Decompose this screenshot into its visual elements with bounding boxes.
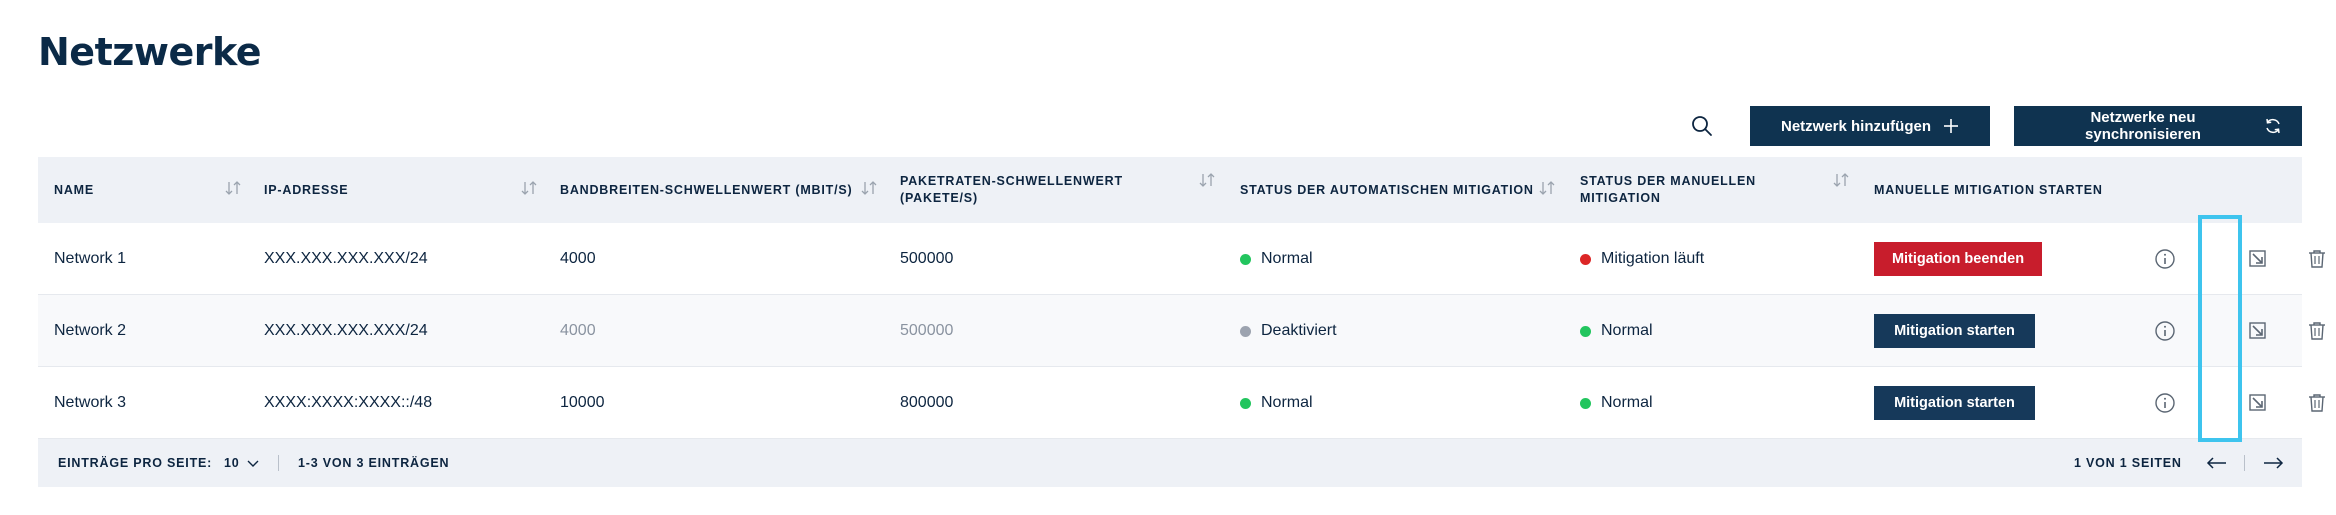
start-mitigation-button[interactable]: Mitigation starten — [1874, 314, 2035, 348]
cell-packet-rate: 500000 — [900, 322, 954, 339]
per-page-select[interactable]: 10 — [224, 439, 260, 487]
pagination-bar: Einträge pro Seite: 10 1-3 von 3 Einträg… — [38, 439, 2302, 487]
page-title: Netzwerke — [38, 30, 262, 74]
per-page-value: 10 — [224, 456, 240, 470]
cell-name: Network 2 — [54, 322, 127, 339]
arrow-left-icon[interactable] — [2206, 439, 2228, 487]
cell-ip: XXXX:XXXX:XXXX::/48 — [264, 394, 433, 411]
manual-status: Mitigation läuft — [1580, 223, 1704, 295]
sort-icon[interactable] — [860, 177, 878, 199]
per-page-label: Einträge pro Seite: — [58, 456, 213, 470]
auto-status-label: Normal — [1261, 250, 1313, 267]
auto-status-label: Normal — [1261, 394, 1313, 411]
add-network-button[interactable]: Netzwerk hinzufügen — [1750, 106, 1990, 146]
status-dot — [1580, 397, 1591, 409]
column-header-manual-start: Manuelle Mitigation starten — [1874, 182, 2103, 197]
column-header-ip[interactable]: IP-Adresse — [264, 157, 524, 223]
plus-icon — [1943, 118, 1959, 134]
arrow-right-icon[interactable] — [2262, 439, 2284, 487]
column-header-name[interactable]: Name — [54, 157, 234, 223]
refresh-icon — [2264, 117, 2282, 135]
sort-icon[interactable] — [224, 177, 242, 199]
auto-status: Deaktiviert — [1240, 295, 1337, 367]
column-header-packet-rate[interactable]: Paketraten-Schwellenwert (Pakete/s) — [900, 157, 1200, 223]
edit-icon[interactable] — [2245, 318, 2271, 344]
networks-table: Name IP-Adresse Bandbreiten-Schwellenwer… — [38, 157, 2325, 487]
sort-icon[interactable] — [1538, 177, 1556, 199]
status-dot — [1240, 253, 1251, 265]
start-mitigation-button[interactable]: Mitigation starten — [1874, 386, 2035, 420]
manual-status: Normal — [1580, 367, 1653, 439]
auto-status: Normal — [1240, 223, 1313, 295]
column-header-manual-mitigation[interactable]: Status der manuellen Mitigation — [1580, 157, 1810, 223]
divider — [278, 455, 279, 471]
edit-icon[interactable] — [2245, 246, 2271, 272]
manual-status-label: Normal — [1601, 322, 1653, 339]
info-icon[interactable] — [2152, 246, 2178, 272]
cell-packet-rate: 500000 — [900, 250, 954, 267]
status-dot — [1580, 325, 1591, 337]
sync-networks-label: Netzwerke neu synchronisieren — [2085, 109, 2201, 143]
toolbar: Netzwerk hinzufügen Netzwerke neu synchr… — [1682, 106, 2302, 146]
status-dot — [1240, 325, 1251, 337]
table-row: Network 3 XXXX:XXXX:XXXX::/48 10000 8000… — [38, 367, 2325, 439]
trash-icon[interactable] — [2304, 246, 2330, 272]
auto-status: Normal — [1240, 367, 1313, 439]
cell-packet-rate: 800000 — [900, 394, 954, 411]
cell-ip: XXX.XXX.XXX.XXX/24 — [264, 250, 428, 267]
sync-networks-button[interactable]: Netzwerke neu synchronisieren — [2014, 106, 2302, 146]
divider — [2244, 455, 2245, 471]
status-dot — [1240, 397, 1251, 409]
table-row: Network 2 XXX.XXX.XXX.XXX/24 4000 500000… — [38, 295, 2325, 367]
cell-name: Network 1 — [54, 250, 127, 267]
range-text: 1-3 von 3 Einträgen — [298, 456, 450, 470]
column-header-bandwidth[interactable]: Bandbreiten-Schwellenwert (Mbit/s) — [560, 157, 878, 223]
cell-bandwidth: 4000 — [560, 250, 596, 267]
manual-status: Normal — [1580, 295, 1653, 367]
chevron-down-icon — [246, 458, 260, 468]
add-network-label: Netzwerk hinzufügen — [1780, 117, 1931, 135]
stop-mitigation-button[interactable]: Mitigation beenden — [1874, 242, 2042, 276]
cell-ip: XXX.XXX.XXX.XXX/24 — [264, 322, 428, 339]
manual-status-label: Normal — [1601, 394, 1653, 411]
cell-bandwidth: 10000 — [560, 394, 605, 411]
cell-name: Network 3 — [54, 394, 127, 411]
trash-icon[interactable] — [2304, 390, 2330, 416]
search-icon[interactable] — [1682, 106, 1722, 146]
auto-status-label: Deaktiviert — [1261, 322, 1337, 339]
status-dot — [1580, 253, 1591, 265]
page-text: 1 von 1 Seiten — [2074, 456, 2182, 470]
table-row: Network 1 XXX.XXX.XXX.XXX/24 4000 500000… — [38, 223, 2325, 295]
info-icon[interactable] — [2152, 318, 2178, 344]
sort-icon[interactable] — [520, 177, 538, 199]
column-header-auto-mitigation[interactable]: Status der automatischen Mitigation — [1240, 157, 1550, 223]
info-icon[interactable] — [2152, 390, 2178, 416]
cell-bandwidth: 4000 — [560, 322, 596, 339]
manual-status-label: Mitigation läuft — [1601, 250, 1705, 267]
table-header: Name IP-Adresse Bandbreiten-Schwellenwer… — [38, 157, 2302, 223]
trash-icon[interactable] — [2304, 318, 2330, 344]
sort-icon[interactable] — [1832, 169, 1850, 191]
sort-icon[interactable] — [1198, 169, 1216, 191]
edit-icon[interactable] — [2245, 390, 2271, 416]
